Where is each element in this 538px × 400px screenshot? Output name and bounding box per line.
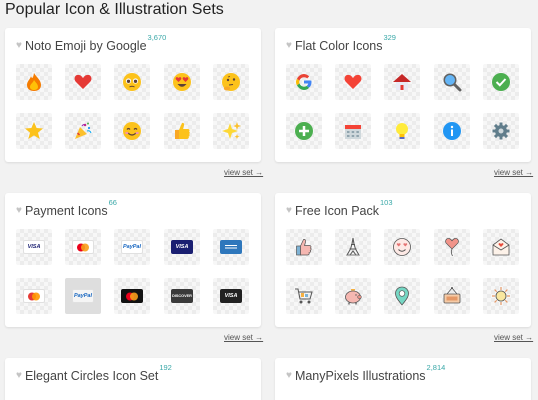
card-header: ♥ Payment Icons66 [16, 198, 117, 218]
card-count: 66 [108, 198, 117, 207]
visa-icon[interactable]: VISA [16, 229, 52, 265]
sparkles-icon[interactable] [213, 113, 249, 149]
maestro-logo [23, 289, 45, 303]
visa-logo: VISA [171, 240, 193, 254]
view-set-link[interactable]: view set → [224, 333, 263, 342]
love-face-icon[interactable] [384, 229, 420, 265]
mastercard-logo [72, 240, 94, 254]
card-title[interactable]: ManyPixels Illustrations [295, 369, 426, 383]
icon-set-card-manypixels[interactable]: ♥ ManyPixels Illustrations2,814 [275, 358, 531, 400]
card-count: 329 [383, 33, 396, 42]
view-set-link[interactable]: view set → [494, 168, 533, 177]
discover-logo: DISCOVER [171, 289, 193, 303]
smiling-face-icon[interactable] [114, 113, 150, 149]
card-count: 192 [159, 363, 172, 372]
piggy-bank-icon[interactable] [335, 278, 371, 314]
icon-set-card-flat-color[interactable]: ♥ Flat Color Icons329 [275, 28, 531, 162]
party-popper-icon[interactable] [65, 113, 101, 149]
card-count: 3,670 [147, 33, 167, 42]
add-icon[interactable] [286, 113, 322, 149]
star-icon[interactable] [16, 113, 52, 149]
heart-icon[interactable]: ♥ [286, 370, 292, 381]
calendar-icon[interactable] [335, 113, 371, 149]
card-title[interactable]: Payment Icons [25, 204, 108, 218]
heart-icon[interactable]: ♥ [16, 370, 22, 381]
open-sign-icon[interactable] [434, 278, 470, 314]
page-title: Popular Icon & Illustration Sets [5, 1, 224, 18]
heart-icon[interactable] [335, 64, 371, 100]
thinking-face-icon[interactable] [213, 64, 249, 100]
checkmark-icon[interactable] [483, 64, 519, 100]
heart-balloon-icon[interactable] [434, 229, 470, 265]
card-count: 103 [380, 198, 393, 207]
icon-set-card-free-icon-pack[interactable]: ♥ Free Icon Pack103 [275, 193, 531, 327]
heart-icon[interactable]: ♥ [286, 205, 292, 216]
paypal-logo: PayPal [72, 289, 94, 303]
visa-dark-icon[interactable]: VISA [213, 278, 249, 314]
mastercard-icon[interactable] [65, 229, 101, 265]
discover-icon[interactable]: DISCOVER [164, 278, 200, 314]
card-count: 2,814 [426, 363, 446, 372]
view-set-link[interactable]: view set → [494, 333, 533, 342]
icon-set-card-noto-emoji[interactable]: ♥ Noto Emoji by Google3,670 [5, 28, 261, 162]
heart-eyes-face-icon[interactable] [164, 64, 200, 100]
paypal-light-icon[interactable]: PayPal [65, 278, 101, 314]
card-header: ♥ Flat Color Icons329 [286, 33, 396, 53]
pleading-face-icon[interactable] [114, 64, 150, 100]
search-icon[interactable] [434, 64, 470, 100]
red-heart-icon[interactable] [65, 64, 101, 100]
card-title[interactable]: Elegant Circles Icon Set [25, 369, 158, 383]
thumbs-up-icon[interactable] [164, 113, 200, 149]
card-header: ♥ ManyPixels Illustrations2,814 [286, 363, 445, 383]
card-title[interactable]: Flat Color Icons [295, 39, 383, 53]
mastercard-dark-icon[interactable] [114, 278, 150, 314]
visa-logo: VISA [220, 289, 242, 303]
card-header: ♥ Noto Emoji by Google3,670 [16, 33, 166, 53]
icon-set-card-payment[interactable]: ♥ Payment Icons66 VISA PayPal VISA PayPal… [5, 193, 261, 327]
icon-set-card-elegant-circles[interactable]: ♥ Elegant Circles Icon Set192 [5, 358, 261, 400]
card-header: ♥ Free Icon Pack103 [286, 198, 393, 218]
amex-icon[interactable] [213, 229, 249, 265]
heart-icon[interactable]: ♥ [286, 40, 292, 51]
sun-icon[interactable] [483, 278, 519, 314]
amex-logo [220, 240, 242, 254]
card-title[interactable]: Free Icon Pack [295, 204, 379, 218]
fire-icon[interactable] [16, 64, 52, 100]
eiffel-tower-icon[interactable] [335, 229, 371, 265]
visa-logo: VISA [23, 240, 45, 254]
location-pin-icon[interactable] [384, 278, 420, 314]
visa-blue-icon[interactable]: VISA [164, 229, 200, 265]
paypal-icon[interactable]: PayPal [114, 229, 150, 265]
mastercard-logo [121, 289, 143, 303]
card-header: ♥ Elegant Circles Icon Set192 [16, 363, 172, 383]
home-icon[interactable] [384, 64, 420, 100]
paypal-logo: PayPal [121, 240, 143, 254]
card-title[interactable]: Noto Emoji by Google [25, 39, 147, 53]
view-set-link[interactable]: view set → [224, 168, 263, 177]
heart-icon[interactable]: ♥ [16, 40, 22, 51]
thumbs-up-icon[interactable] [286, 229, 322, 265]
shopping-cart-icon[interactable] [286, 278, 322, 314]
maestro-icon[interactable] [16, 278, 52, 314]
idea-bulb-icon[interactable] [384, 113, 420, 149]
heart-icon[interactable]: ♥ [16, 205, 22, 216]
love-letter-icon[interactable] [483, 229, 519, 265]
google-g-icon[interactable] [286, 64, 322, 100]
settings-gear-icon[interactable] [483, 113, 519, 149]
info-icon[interactable] [434, 113, 470, 149]
